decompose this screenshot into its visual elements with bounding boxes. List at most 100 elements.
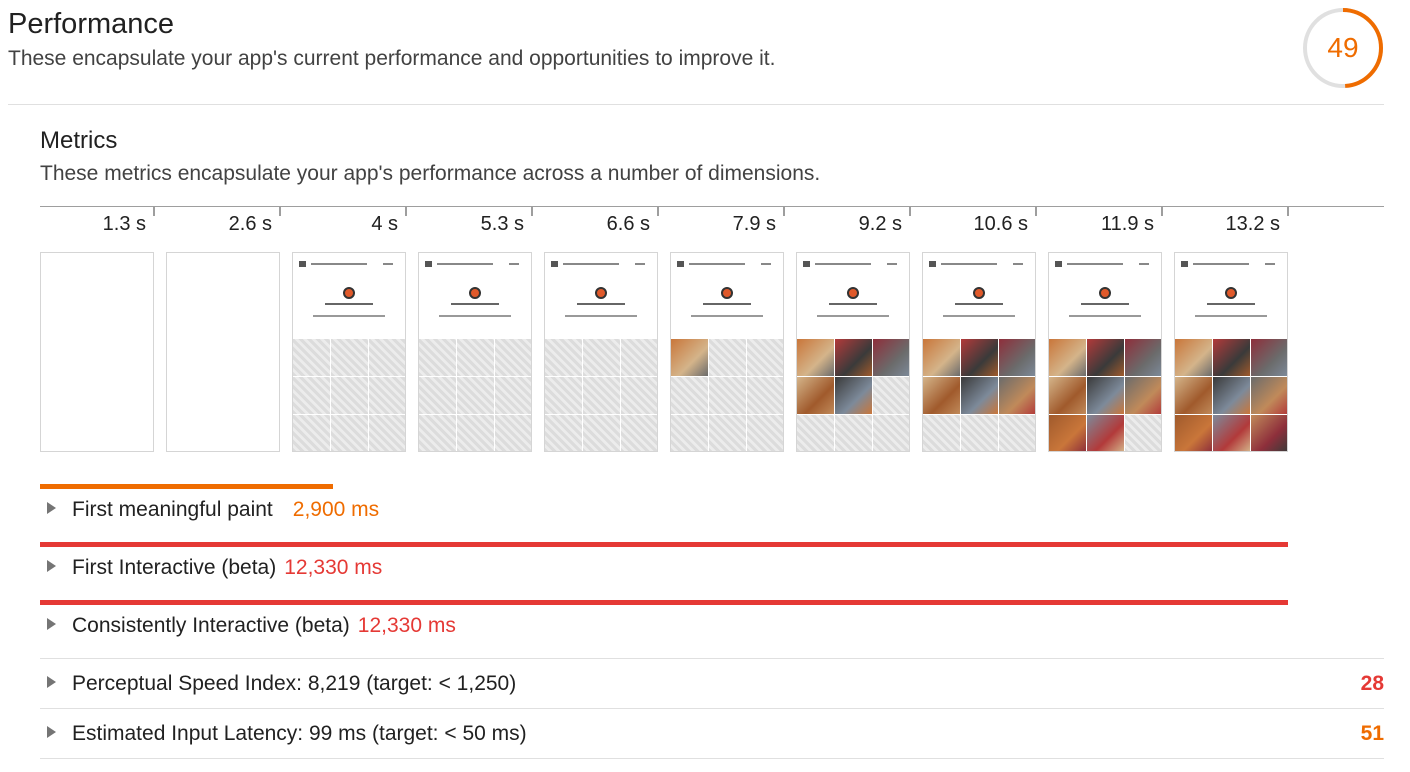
frame-image-grid [923, 339, 1035, 451]
frame-mini-logo [721, 287, 733, 299]
frame-image-tile [999, 415, 1035, 451]
frame-mini-title [955, 303, 1003, 305]
frame-image-tile [545, 339, 582, 376]
frame-image-tile [1049, 415, 1086, 451]
metric-row[interactable]: First Interactive (beta) 12,330 ms [40, 548, 382, 588]
frame-image-grid [545, 339, 657, 451]
frame-image-tile [1049, 377, 1086, 414]
metric-row[interactable]: Consistently Interactive (beta) 12,330 ms [40, 606, 456, 646]
frame-mini-subtitle [1195, 315, 1267, 317]
filmstrip-frame [40, 252, 154, 452]
frame-image-tile [331, 339, 368, 376]
metric-value: 12,330 ms [357, 614, 456, 637]
filmstrip-tick-mark [1287, 206, 1289, 216]
frame-mini-header [551, 261, 651, 267]
filmstrip-frame [1048, 252, 1162, 452]
frame-image-tile [709, 339, 746, 376]
frame-image-grid [419, 339, 531, 451]
filmstrip-tick-label: 9.2 s [858, 213, 902, 235]
filmstrip-tick-label: 10.6 s [973, 213, 1028, 235]
frame-image-tile [545, 415, 582, 451]
section-divider [8, 104, 1384, 105]
frame-image-tile [1049, 339, 1086, 376]
filmstrip-tick-label: 1.3 s [102, 213, 146, 235]
audit-row[interactable]: Estimated Input Latency: 99 ms (target: … [40, 714, 1384, 754]
frame-image-tile [923, 377, 960, 414]
audit-row[interactable]: Perceptual Speed Index: 8,219 (target: <… [40, 664, 1384, 704]
filmstrip-frame [292, 252, 406, 452]
frame-mini-logo [595, 287, 607, 299]
frame-image-tile [583, 415, 620, 451]
frame-mini-title [829, 303, 877, 305]
expand-triangle-icon[interactable] [47, 726, 56, 738]
audit-score: 51 [1360, 722, 1384, 745]
frame-image-tile [1251, 415, 1287, 451]
frame-image-tile [1175, 339, 1212, 376]
frame-mini-subtitle [691, 315, 763, 317]
frame-image-tile [1087, 377, 1124, 414]
frame-image-tile [583, 377, 620, 414]
frame-image-tile [923, 339, 960, 376]
frame-image-tile [369, 415, 405, 451]
frame-image-tile [495, 339, 531, 376]
frame-image-tile [1251, 377, 1287, 414]
frame-mini-title [577, 303, 625, 305]
frame-image-tile [747, 339, 783, 376]
frame-image-tile [1087, 415, 1124, 451]
filmstrip-frame [1174, 252, 1288, 452]
frame-image-tile [709, 415, 746, 451]
frame-image-tile [331, 415, 368, 451]
audit-score: 28 [1360, 672, 1384, 695]
expand-triangle-icon[interactable] [47, 676, 56, 688]
frame-image-tile [1125, 377, 1161, 414]
frame-image-tile [457, 339, 494, 376]
frame-image-tile [495, 415, 531, 451]
frame-image-tile [671, 339, 708, 376]
performance-title: Performance [8, 8, 175, 40]
frame-mini-subtitle [817, 315, 889, 317]
frame-mini-title [451, 303, 499, 305]
frame-mini-subtitle [943, 315, 1015, 317]
audit-text: Perceptual Speed Index: 8,219 (target: <… [72, 672, 517, 695]
filmstrip-frame [418, 252, 532, 452]
metric-name: First Interactive (beta) [72, 556, 277, 579]
frame-image-tile [671, 415, 708, 451]
performance-score-gauge: 49 [1301, 6, 1385, 90]
frame-image-tile [999, 339, 1035, 376]
frame-image-tile [873, 339, 909, 376]
frame-image-grid [671, 339, 783, 451]
metric-value: 2,900 ms [292, 498, 380, 521]
frame-mini-header [425, 261, 525, 267]
filmstrip-frame [670, 252, 784, 452]
frame-mini-title [1081, 303, 1129, 305]
frame-image-grid [1175, 339, 1287, 451]
frame-mini-header [803, 261, 903, 267]
performance-score-value: 49 [1327, 32, 1359, 63]
metric-row[interactable]: First meaningful paint 2,900 ms [40, 490, 379, 530]
frame-image-tile [1125, 339, 1161, 376]
expand-triangle-icon[interactable] [47, 560, 56, 572]
frame-image-tile [835, 377, 872, 414]
frame-image-tile [293, 415, 330, 451]
frame-image-tile [621, 415, 657, 451]
frame-image-tile [999, 377, 1035, 414]
filmstrip-frame [166, 252, 280, 452]
filmstrip-tick-label: 13.2 s [1225, 213, 1280, 235]
frame-image-tile [961, 415, 998, 451]
performance-description: These encapsulate your app's current per… [8, 47, 776, 70]
frame-image-tile [545, 377, 582, 414]
frame-mini-logo [1099, 287, 1111, 299]
expand-triangle-icon[interactable] [47, 502, 56, 514]
expand-triangle-icon[interactable] [47, 618, 56, 630]
frame-mini-title [1207, 303, 1255, 305]
frame-image-tile [1213, 377, 1250, 414]
frame-image-tile [331, 377, 368, 414]
frame-mini-header [677, 261, 777, 267]
frame-mini-subtitle [439, 315, 511, 317]
frame-image-tile [583, 339, 620, 376]
frame-image-tile [621, 377, 657, 414]
frame-mini-logo [973, 287, 985, 299]
filmstrip-tick-label: 6.6 s [606, 213, 650, 235]
frame-image-tile [1125, 415, 1161, 451]
metric-name: First meaningful paint [72, 498, 273, 521]
